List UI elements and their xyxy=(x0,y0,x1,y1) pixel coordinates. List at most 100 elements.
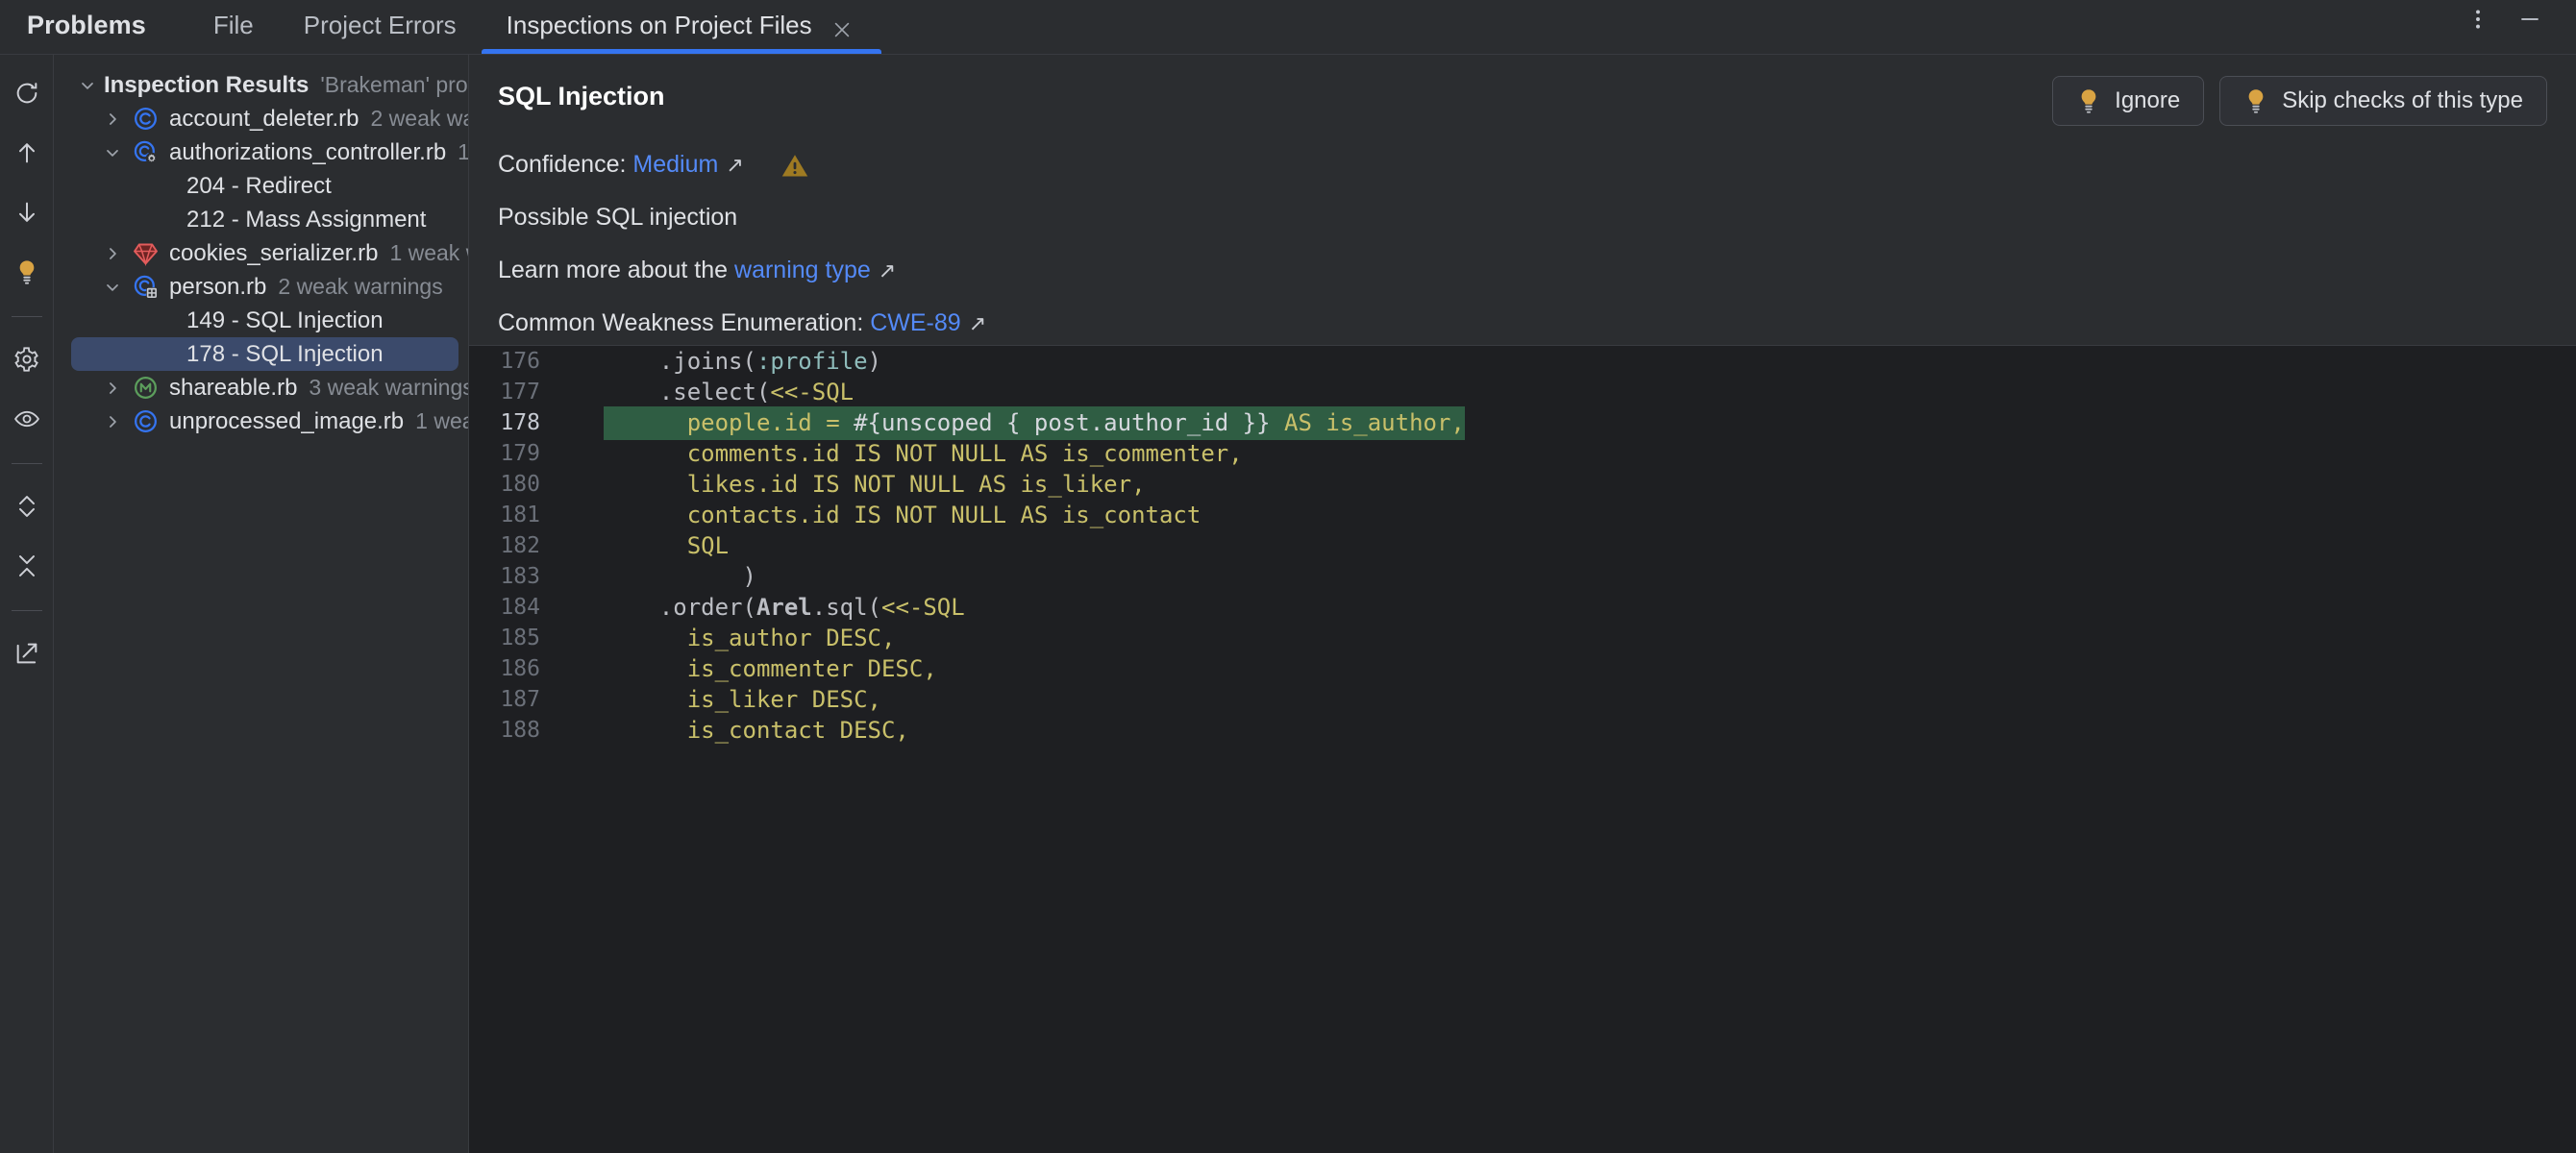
line-number: 186 xyxy=(469,656,561,681)
settings-gear-icon[interactable] xyxy=(2,334,52,384)
code-token: .joins( xyxy=(604,348,756,375)
code-token: is_commenter DESC, xyxy=(604,655,937,682)
tree-item-204-redirect[interactable]: 204 - Redirect xyxy=(71,169,458,203)
tree-item-detail: 2 weak warnings xyxy=(278,274,443,299)
tree-item-person-rb[interactable]: person.rb 2 weak warnings xyxy=(71,270,458,304)
chevron-down-icon[interactable] xyxy=(96,143,129,162)
code-span: is_author DESC, xyxy=(604,625,896,651)
export-icon[interactable] xyxy=(2,628,52,678)
ruby-module-icon xyxy=(129,375,161,401)
chevron-right-icon[interactable] xyxy=(96,244,129,263)
chevron-right-icon[interactable] xyxy=(96,412,129,431)
code-line[interactable]: 184 .order(Arel.sql(<<-SQL xyxy=(469,592,2576,623)
code-line[interactable]: 176 .joins(:profile) xyxy=(469,346,2576,377)
tree-item-detail: 'Brakeman' profile 1 wa xyxy=(320,72,468,97)
code-line[interactable]: 186 is_commenter DESC, xyxy=(469,653,2576,684)
code-token: is_liker DESC, xyxy=(604,686,881,713)
code-line[interactable]: 180 likes.id IS NOT NULL AS is_liker, xyxy=(469,469,2576,500)
tree-item-cookies-serializer-rb[interactable]: cookies_serializer.rb 1 weak warning xyxy=(71,236,468,270)
inspection-results-tree[interactable]: Inspection Results 'Brakeman' profile 1 w… xyxy=(54,55,469,1153)
next-problem-icon[interactable] xyxy=(2,187,52,237)
code-preview-editor[interactable]: 176 .joins(:profile) 177 .select(<<-SQL 17… xyxy=(469,345,2576,1153)
code-token: likes.id IS NOT NULL AS is_liker, xyxy=(604,471,1146,498)
tree-item-label: 149 - SQL Injection xyxy=(186,307,384,333)
code-span: .order(Arel.sql(<<-SQL xyxy=(604,594,965,621)
code-span: .select(<<-SQL xyxy=(604,379,854,405)
code-line[interactable]: 188 is_contact DESC, xyxy=(469,715,2576,746)
tree-item-shareable-rb[interactable]: shareable.rb 3 weak warnings xyxy=(71,371,468,405)
code-line[interactable]: 183 ) xyxy=(469,561,2576,592)
ruby-class-icon xyxy=(129,106,161,132)
quick-fix-bulb-icon[interactable] xyxy=(2,247,52,297)
code-text: .order(Arel.sql(<<-SQL xyxy=(561,594,2576,621)
inspection-actions: Ignore Skip checks of this type xyxy=(2052,76,2547,126)
lightbulb-icon xyxy=(2243,86,2268,115)
tab-label: Project Errors xyxy=(303,11,457,39)
tab-inspections-on-project-files[interactable]: Inspections on Project Files xyxy=(481,0,881,54)
code-span: contacts.id IS NOT NULL AS is_contact xyxy=(604,502,1201,528)
tree-item-account-deleter-rb[interactable]: account_deleter.rb 2 weak warnings xyxy=(71,102,468,135)
code-line[interactable]: 185 is_author DESC, xyxy=(469,623,2576,653)
ruby-controller-icon xyxy=(129,139,161,165)
code-token: #{unscoped { post.author_id }} xyxy=(854,408,1271,436)
highlighted-code-span: people.id = #{unscoped { post.author_id … xyxy=(604,405,1465,440)
details-and-editor: SQL Injection Ignore Skip checks of this… xyxy=(469,55,2576,1153)
cwe-link[interactable]: CWE-89 xyxy=(870,309,960,337)
code-text: is_liker DESC, xyxy=(561,686,2576,713)
chevron-down-icon[interactable] xyxy=(96,278,129,297)
line-number: 179 xyxy=(469,441,561,466)
lightbulb-icon xyxy=(2076,86,2101,115)
chevron-down-icon[interactable] xyxy=(71,76,104,95)
previous-problem-icon[interactable] xyxy=(2,128,52,178)
tree-item-149-sql-injection[interactable]: 149 - SQL Injection xyxy=(71,304,458,337)
tree-item-178-sql-injection[interactable]: 178 - SQL Injection xyxy=(71,337,458,371)
code-token: people.id = xyxy=(604,408,855,436)
tree-item-212-mass-assignment[interactable]: 212 - Mass Assignment xyxy=(71,203,458,236)
toolbar-divider xyxy=(11,610,42,611)
header-actions xyxy=(2455,0,2576,54)
chevron-right-icon[interactable] xyxy=(96,379,129,398)
tab-project-errors[interactable]: Project Errors xyxy=(279,0,482,54)
tree-item-detail: 3 weak warnings xyxy=(309,375,469,400)
close-icon[interactable] xyxy=(828,15,856,44)
tree-item-detail: 2 weak warnings xyxy=(370,106,468,131)
code-token: .select( xyxy=(604,379,771,405)
ruby-model-icon xyxy=(129,274,161,300)
confidence-link[interactable]: Medium xyxy=(632,151,718,179)
collapse-all-icon[interactable] xyxy=(2,541,52,591)
inspection-description-panel: SQL Injection Ignore Skip checks of this… xyxy=(469,55,2576,345)
toolbar-divider xyxy=(11,316,42,317)
minimize-icon[interactable] xyxy=(2507,0,2553,42)
code-line[interactable]: 181 contacts.id IS NOT NULL AS is_contac… xyxy=(469,500,2576,530)
code-line[interactable]: 179 comments.id IS NOT NULL AS is_commen… xyxy=(469,438,2576,469)
inspection-toolbar xyxy=(0,55,54,1153)
tab-file[interactable]: File xyxy=(188,0,279,54)
ignore-button[interactable]: Ignore xyxy=(2052,76,2205,126)
confidence-label: Confidence: xyxy=(498,151,627,178)
code-line[interactable]: 178 people.id = #{unscoped { post.author… xyxy=(469,405,2576,440)
skip-checks-button[interactable]: Skip checks of this type xyxy=(2219,76,2547,126)
preview-eye-icon[interactable] xyxy=(2,394,52,444)
page-title: Problems xyxy=(27,11,146,39)
code-line[interactable]: 187 is_liker DESC, xyxy=(469,684,2576,715)
rerun-inspection-icon[interactable] xyxy=(2,68,52,118)
code-text: is_commenter DESC, xyxy=(561,655,2576,682)
more-vertical-icon[interactable] xyxy=(2455,0,2501,42)
code-text: SQL xyxy=(561,532,2576,559)
line-number: 177 xyxy=(469,380,561,405)
tree-root-inspection-results[interactable]: Inspection Results 'Brakeman' profile 1 w… xyxy=(71,68,468,102)
tab-label: File xyxy=(212,11,254,39)
code-span: is_commenter DESC, xyxy=(604,655,937,682)
ruby-gem-icon xyxy=(129,240,161,266)
tree-item-unprocessed-image-rb[interactable]: unprocessed_image.rb 1 weak warni xyxy=(71,405,468,438)
chevron-right-icon[interactable] xyxy=(96,110,129,129)
code-line[interactable]: 182 SQL xyxy=(469,530,2576,561)
warning-type-link[interactable]: warning type xyxy=(734,257,871,284)
tree-item-label: person.rb xyxy=(169,273,267,300)
expand-all-icon[interactable] xyxy=(2,481,52,531)
code-text: is_contact DESC, xyxy=(561,717,2576,744)
code-token: :profile xyxy=(755,348,868,375)
cwe-row: Common Weakness Enumeration: CWE-89 ↗ xyxy=(498,309,2547,337)
tree-item-authorizations-controller-rb[interactable]: authorizations_controller.rb 1 warnin xyxy=(71,135,468,169)
code-line[interactable]: 177 .select(<<-SQL xyxy=(469,377,2576,407)
